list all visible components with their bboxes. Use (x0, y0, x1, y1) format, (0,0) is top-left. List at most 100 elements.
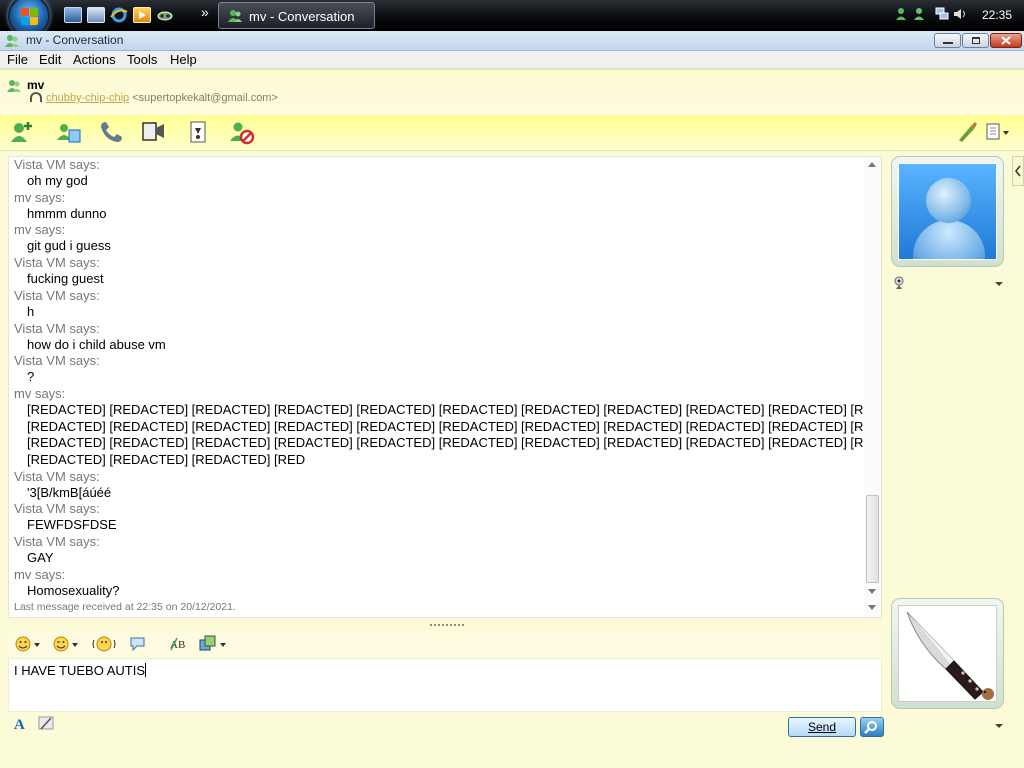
messenger-buddy-icon (227, 8, 243, 24)
contact-display-picture (898, 163, 997, 260)
menu-actions[interactable]: Actions (73, 52, 116, 67)
message-sender: mv says: (14, 189, 66, 205)
handwriting-icon[interactable] (36, 714, 56, 734)
message-text: oh my god (27, 173, 88, 188)
message-sender: mv says: (14, 566, 66, 582)
send-file-icon[interactable] (198, 634, 226, 654)
window-title: mv - Conversation (26, 33, 124, 47)
minimize-button[interactable] (934, 33, 961, 48)
call-contact-icon[interactable] (97, 118, 125, 146)
message-item: Vista VM says: oh my god (14, 157, 864, 190)
search-button[interactable] (860, 717, 884, 737)
taskbar: » mv - Conversation 22:35 (0, 0, 1024, 37)
message-sender: Vista VM says: (14, 468, 100, 484)
svg-text:AB: AB (170, 639, 185, 651)
message-input[interactable]: I HAVE TUEBO AUTIS (8, 658, 882, 712)
message-item: Vista VM says: FEWFDSFDSE (14, 501, 864, 534)
show-menu-icon[interactable] (983, 118, 1011, 146)
collapse-panel-button[interactable] (1012, 156, 1024, 186)
message-text: ? (27, 369, 35, 385)
search-icon (864, 721, 877, 734)
scroll-up-arrow[interactable] (868, 162, 876, 167)
message-text: '3[B/kmB[áúéé (27, 484, 112, 500)
message-text: fucking guest (27, 271, 104, 287)
windows-logo-icon (21, 8, 39, 26)
contact-details: chubby-chip-chip <supertopkekalt@gmail.c… (30, 92, 278, 104)
taskbar-conversation-button[interactable]: mv - Conversation (218, 2, 375, 29)
message-item: Vista VM says: h (14, 288, 864, 321)
messenger-contacts-icon[interactable] (912, 7, 926, 21)
media-player-icon[interactable] (133, 7, 151, 23)
volume-icon[interactable] (953, 7, 967, 21)
video-call-icon[interactable] (140, 118, 168, 146)
scroll-thumb[interactable] (866, 495, 879, 583)
close-button[interactable] (990, 33, 1022, 48)
message-item: mv says: [REDACTED] [REDACTED] [REDACTED… (14, 386, 864, 469)
last-message-status: Last message received at 22:35 on 20/12/… (14, 601, 236, 613)
show-desktop-icon[interactable] (64, 7, 82, 23)
menu-bar: File Edit Actions Tools Help (0, 51, 1024, 69)
menu-tools[interactable]: Tools (127, 52, 157, 67)
restore-button[interactable] (962, 33, 989, 48)
internet-explorer-icon[interactable] (110, 7, 128, 23)
message-text: h (27, 303, 35, 319)
message-sender: Vista VM says: (14, 157, 100, 172)
contact-nickname-link[interactable]: chubby-chip-chip (46, 92, 129, 104)
clock[interactable]: 22:35 (982, 8, 1012, 22)
message-text: FEWFDSFDSE (27, 517, 117, 533)
font-icon[interactable]: A (12, 714, 30, 734)
menu-help[interactable]: Help (170, 52, 197, 67)
switch-windows-icon[interactable] (87, 7, 105, 23)
messenger-quicklaunch-icon[interactable] (156, 7, 174, 23)
invite-contact-icon[interactable] (8, 118, 36, 146)
backgrounds-brush-icon[interactable] (953, 118, 981, 146)
messenger-status-icon[interactable] (896, 7, 910, 21)
svg-text:A: A (14, 717, 25, 733)
conversation-toolbar (0, 115, 1024, 151)
taskbar-overflow-chevron[interactable]: » (201, 4, 209, 20)
message-list: Vista VM says: oh my god mv says: hmmm dun… (14, 157, 864, 619)
message-sender: Vista VM says: (14, 353, 100, 369)
share-files-icon[interactable] (54, 118, 82, 146)
send-button[interactable]: Send (788, 717, 856, 737)
message-text-line: [REDACTED] [REDACTED] [REDACTED] [RED (27, 452, 306, 468)
message-text: GAY (27, 550, 54, 566)
message-sender: Vista VM says: (14, 287, 100, 303)
my-picture-dropdown[interactable] (995, 724, 1003, 728)
emoticon-icon[interactable] (14, 634, 40, 654)
message-item: mv says: hmmm dunno (14, 190, 864, 223)
message-sender: Vista VM says: (14, 320, 100, 336)
wink-icon[interactable] (52, 634, 78, 654)
contact-status-icon (6, 78, 22, 94)
contact-display-picture-frame[interactable] (891, 156, 1004, 267)
message-sender: Vista VM says: (14, 255, 100, 271)
my-display-picture-frame[interactable] (891, 598, 1004, 709)
system-tray: 22:35 (890, 0, 1024, 31)
scroll-down-arrow-lower[interactable] (868, 605, 876, 610)
conversation-history[interactable]: Vista VM says: oh my god mv says: hmmm dun… (8, 156, 882, 618)
contact-picture-dropdown[interactable] (995, 282, 1003, 286)
headphones-icon (30, 92, 42, 102)
message-text-line: [REDACTED] [REDACTED] [REDACTED] [REDACT… (27, 418, 864, 434)
message-item: Vista VM says: fucking guest (14, 255, 864, 288)
spell-check-icon[interactable]: AB (168, 634, 188, 654)
nudge-icon[interactable] (91, 634, 116, 654)
voice-clip-icon[interactable] (128, 634, 148, 654)
scroll-down-arrow[interactable] (868, 589, 876, 594)
menu-edit[interactable]: Edit (39, 52, 61, 67)
message-text: Homosexuality? (27, 582, 120, 598)
menu-file[interactable]: File (7, 52, 28, 67)
formatting-tools: A (12, 714, 62, 736)
block-contact-icon[interactable] (228, 118, 256, 146)
network-icon[interactable] (935, 7, 949, 21)
message-item: Vista VM says:? (14, 353, 864, 386)
message-sender: mv says: (14, 385, 66, 401)
games-icon[interactable] (185, 118, 213, 146)
conversation-scrollbar[interactable] (864, 157, 881, 617)
webcam-icon[interactable] (893, 276, 905, 290)
splitter-grip[interactable] (430, 624, 464, 626)
message-text: git gud i guess (27, 238, 111, 254)
window-titlebar[interactable]: mv - Conversation (0, 31, 1024, 51)
contact-email: <supertopkekalt@gmail.com> (132, 92, 278, 104)
message-text: how do i child abuse vm (27, 336, 166, 352)
